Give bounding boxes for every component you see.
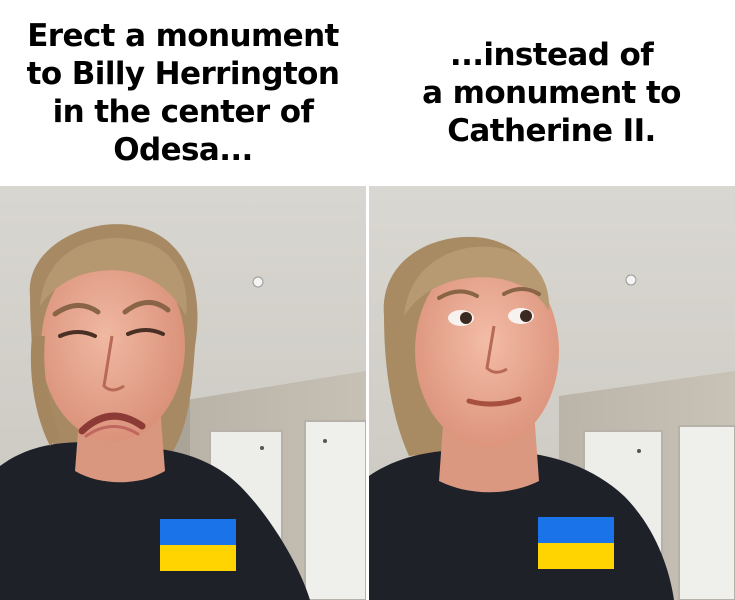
- caption-line: in the center of: [52, 94, 314, 130]
- photo-panel-left: [0, 186, 366, 600]
- approving-woman-photo: [369, 186, 735, 600]
- disgusted-woman-photo: [0, 186, 366, 600]
- photo-panel-right: [369, 186, 735, 600]
- caption-line: to Billy Herrington: [26, 56, 340, 92]
- caption-line: a monument to: [422, 75, 681, 111]
- ukraine-flag-bottom: [538, 543, 614, 569]
- caption-line: Catherine II.: [447, 113, 656, 149]
- caption-line: ...instead of: [449, 37, 654, 73]
- ukraine-flag-top: [538, 517, 614, 543]
- caption-left: Erect a monument to Billy Herrington in …: [0, 0, 366, 186]
- caption-line: Odesa...: [113, 132, 253, 168]
- ukraine-flag-top: [160, 519, 236, 545]
- caption-right: ...instead of a monument to Catherine II…: [368, 0, 735, 186]
- caption-line: Erect a monument: [27, 18, 339, 54]
- ukraine-flag-bottom: [160, 545, 236, 571]
